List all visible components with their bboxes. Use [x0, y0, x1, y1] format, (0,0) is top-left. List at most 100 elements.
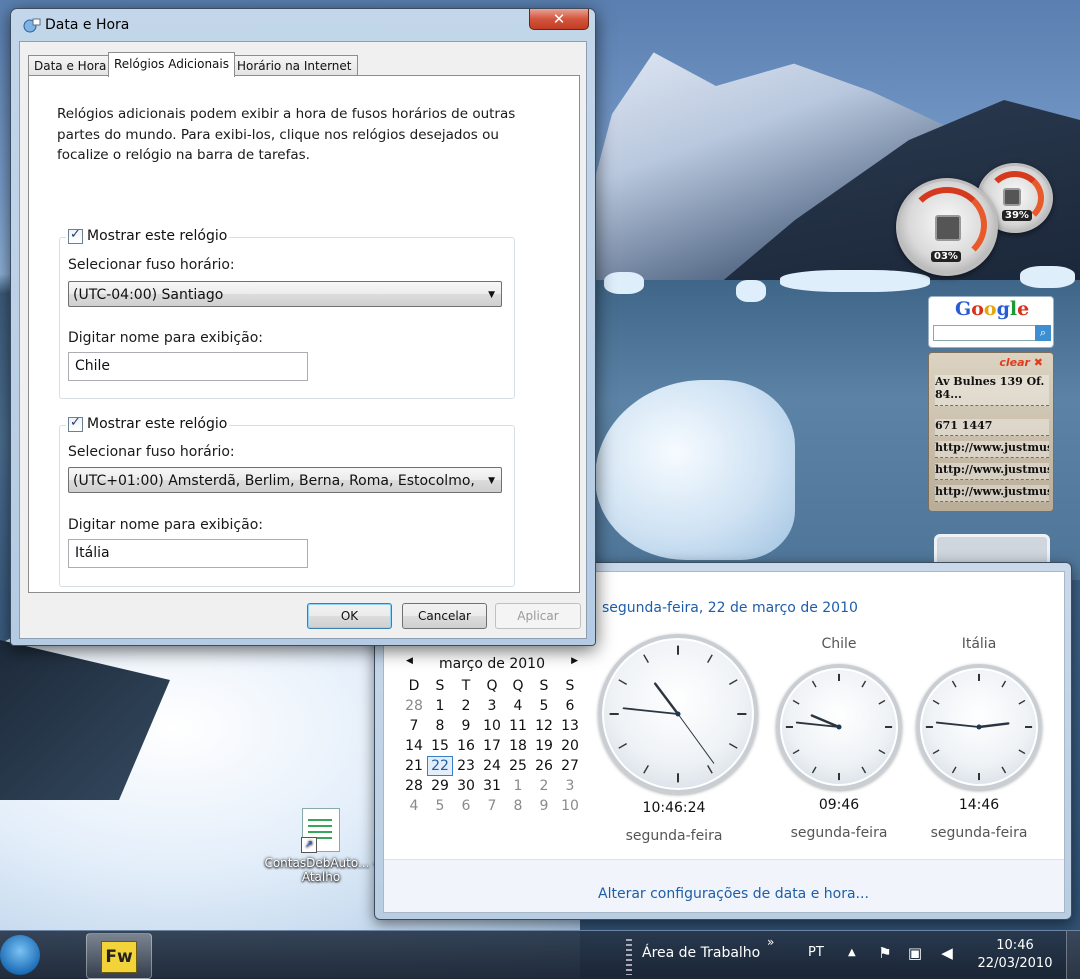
clock-center-dot — [836, 724, 842, 730]
calendar-day[interactable]: 7 — [479, 796, 505, 816]
calendar-day[interactable]: 10 — [557, 796, 583, 816]
note-item[interactable]: http://www.justmus — [935, 485, 1049, 502]
clock-tick — [1001, 766, 1007, 774]
calendar-next-icon[interactable]: ▶ — [571, 656, 578, 666]
desktop-shortcut[interactable]: ↗ ContasDebAuto... - Atalho — [262, 808, 380, 884]
calendar-day[interactable]: 9 — [453, 716, 479, 736]
calendar-day[interactable]: 10 — [479, 716, 505, 736]
calendar-day[interactable]: 26 — [531, 756, 557, 776]
calendar-day[interactable]: 8 — [427, 716, 453, 736]
calendar-day[interactable]: 3 — [479, 696, 505, 716]
apply-button[interactable]: Aplicar — [495, 603, 581, 629]
note-item[interactable]: 671 1447 — [935, 419, 1049, 436]
spreadsheet-icon: ↗ — [301, 808, 340, 853]
tab-data-e-hora[interactable]: Data e Hora — [28, 55, 113, 76]
calendar-prev-icon[interactable]: ◀ — [406, 656, 413, 666]
note-item[interactable]: http://www.justmus — [935, 463, 1049, 480]
calendar-day[interactable]: 29 — [427, 776, 453, 796]
calendar-day[interactable]: 19 — [531, 736, 557, 756]
network-icon[interactable]: ▣ — [906, 944, 924, 962]
calendar-weekday: Q — [512, 678, 524, 694]
notes-gadget[interactable]: clear ✖ Av Bulnes 139 Of. 84... 671 1447… — [928, 352, 1054, 512]
minute-hand — [935, 721, 980, 728]
calendar-day[interactable]: 6 — [453, 796, 479, 816]
start-button[interactable] — [0, 935, 40, 975]
calendar-day[interactable]: 3 — [557, 776, 583, 796]
clock2-show-checkbox[interactable] — [68, 415, 83, 432]
calendar-day[interactable]: 6 — [557, 696, 583, 716]
search-icon[interactable]: ⌕ — [1035, 325, 1051, 341]
desktop-shortcut-label: ContasDebAuto... - Atalho — [264, 856, 378, 884]
calendar-day[interactable]: 12 — [531, 716, 557, 736]
calendar-day[interactable]: 20 — [557, 736, 583, 756]
calendar-day[interactable]: 31 — [479, 776, 505, 796]
calendar-day[interactable]: 9 — [531, 796, 557, 816]
calendar-day[interactable]: 27 — [557, 756, 583, 776]
tab-relogios-adicionais[interactable]: Relógios Adicionais — [108, 52, 235, 77]
calendar-day[interactable]: 14 — [401, 736, 427, 756]
calendar-day[interactable]: 21 — [401, 756, 427, 776]
calendar-day[interactable]: 24 — [479, 756, 505, 776]
calendar-day[interactable]: 2 — [453, 696, 479, 716]
calendar-day[interactable]: 25 — [505, 756, 531, 776]
tab-panel-relogios-adicionais: Relógios adicionais podem exibir a hora … — [28, 75, 580, 593]
toolbar-chevron-icon[interactable]: » — [767, 935, 774, 949]
dialog-titlebar[interactable]: Data e Hora ✕ — [11, 9, 595, 41]
show-desktop-button[interactable] — [1066, 931, 1080, 979]
calendar-day[interactable]: 1 — [505, 776, 531, 796]
calendar-day[interactable]: 1 — [427, 696, 453, 716]
clock-center-dot — [976, 724, 982, 730]
calendar-day[interactable]: 4 — [505, 696, 531, 716]
clock-time-chile: 09:46 — [818, 797, 860, 813]
calendar-day[interactable]: 11 — [505, 716, 531, 736]
change-date-time-settings-link[interactable]: Alterar configurações de data e hora... — [598, 886, 869, 902]
cpu-meter-gadget[interactable]: 03% — [896, 178, 998, 276]
clock1-name-field[interactable]: Chile — [68, 352, 308, 381]
clock1-show-checkbox[interactable] — [68, 227, 83, 244]
toolbar-grip[interactable] — [626, 939, 632, 975]
note-item[interactable]: http://www.justmus — [935, 441, 1049, 458]
clock1-timezone-select[interactable]: (UTC-04:00) Santiago ▼ — [68, 281, 502, 307]
action-center-flag-icon[interactable]: ⚑ — [876, 944, 894, 962]
taskbar-clock[interactable]: 10:46 22/03/2010 — [972, 937, 1058, 973]
calendar-day[interactable]: 28 — [401, 696, 427, 716]
ok-button[interactable]: OK — [307, 603, 392, 629]
calendar-day[interactable]: 17 — [479, 736, 505, 756]
calendar-day[interactable]: 23 — [453, 756, 479, 776]
desktop-toolbar[interactable]: Área de Trabalho — [642, 945, 760, 961]
calendar-day[interactable]: 5 — [531, 696, 557, 716]
clock-tick — [1018, 749, 1026, 755]
clock2-timezone-select[interactable]: (UTC+01:00) Amsterdã, Berlim, Berna, Rom… — [68, 467, 502, 493]
calendar-day[interactable]: 18 — [505, 736, 531, 756]
calendar-day[interactable]: 8 — [505, 796, 531, 816]
close-button[interactable]: ✕ — [529, 9, 589, 30]
volume-icon[interactable]: ◀ — [938, 944, 956, 962]
ice-floe — [604, 272, 644, 294]
calendar-day[interactable]: 5 — [427, 796, 453, 816]
calendar-day[interactable]: 28 — [401, 776, 427, 796]
calendar-day[interactable]: 2 — [531, 776, 557, 796]
calendar-day[interactable]: 16 — [453, 736, 479, 756]
taskbar-app-fireworks[interactable]: Fw — [86, 933, 152, 979]
calendar-month[interactable]: março de 2010 — [439, 656, 545, 672]
calendar-day-today[interactable]: 22 — [427, 756, 453, 776]
dialog-title: Data e Hora — [45, 17, 130, 33]
cancel-button[interactable]: Cancelar — [402, 603, 487, 629]
calendar-day[interactable]: 15 — [427, 736, 453, 756]
notes-clear-button[interactable]: clear ✖ — [999, 356, 1043, 369]
tab-horario-na-internet[interactable]: Horário na Internet — [231, 55, 358, 76]
long-date-link[interactable]: segunda-feira, 22 de março de 2010 — [602, 600, 858, 616]
calendar-day[interactable]: 4 — [401, 796, 427, 816]
dialog-client-area: Data e Hora Relógios Adicionais Horário … — [19, 41, 587, 639]
analog-clock-chile — [776, 664, 902, 790]
show-hidden-icons-icon[interactable]: ▲ — [848, 947, 856, 958]
clock-tick — [792, 699, 800, 705]
note-item[interactable]: Av Bulnes 139 Of. 84... — [935, 375, 1049, 406]
calendar-day[interactable]: 13 — [557, 716, 583, 736]
google-search-input[interactable] — [933, 325, 1037, 341]
calendar-weekday: S — [539, 678, 549, 694]
language-indicator[interactable]: PT — [808, 945, 824, 960]
calendar-day[interactable]: 7 — [401, 716, 427, 736]
calendar-day[interactable]: 30 — [453, 776, 479, 796]
clock2-name-field[interactable]: Itália — [68, 539, 308, 568]
